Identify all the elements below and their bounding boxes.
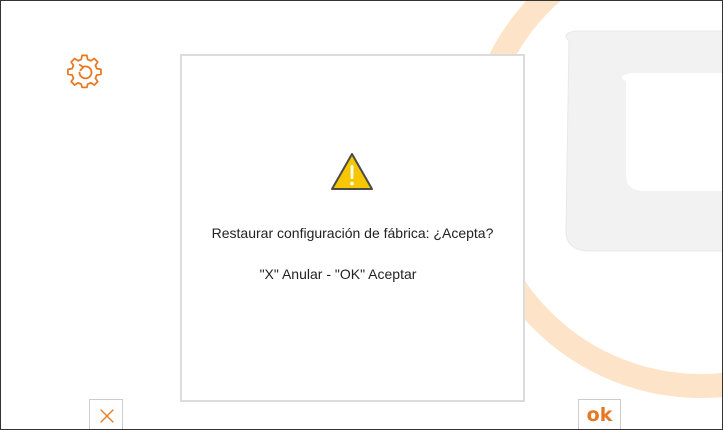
close-icon	[100, 409, 114, 423]
confirm-dialog: Restaurar configuración de fábrica: ¿Ace…	[180, 54, 525, 402]
dialog-hint: "X" Anular - "OK" Aceptar	[259, 266, 417, 282]
ok-button[interactable]: ok	[578, 399, 621, 429]
ok-button-label: ok	[586, 404, 613, 426]
settings-restore-icon[interactable]	[67, 54, 103, 90]
screen: Restaurar configuración de fábrica: ¿Ace…	[0, 0, 723, 430]
dialog-message: Restaurar configuración de fábrica: ¿Ace…	[211, 225, 494, 241]
warning-icon	[331, 153, 373, 190]
cancel-button[interactable]	[89, 399, 123, 429]
